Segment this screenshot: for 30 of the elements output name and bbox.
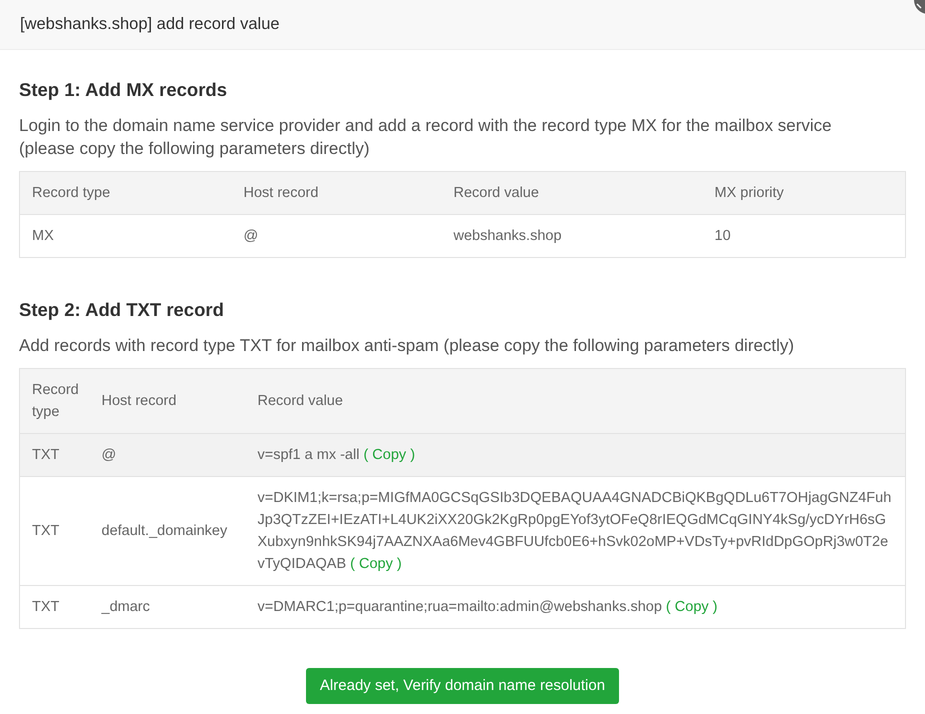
- close-button[interactable]: [912, 0, 925, 14]
- step-description: Login to the domain name service provider and add a record with the record type MX for the mailbox service (please copy the following parameters directly): [19, 115, 833, 160]
- table-cell: webshanks.shop: [442, 214, 702, 258]
- table-cell: 10: [702, 214, 906, 258]
- copy-link[interactable]: ( Copy ): [363, 447, 416, 463]
- column-header: Host record: [90, 368, 246, 434]
- record-value: v=DKIM1;k=rsa;p=MIGfMA0GCSqGSIb3DQEBAQUAA4GNADCBiQKBgQDLu6T7OHjagGNZ4FuhJp3QTzZEI+IEzATI+L4UK2iXX20Gk2KgRp0pgEYof3ytOFeQ8rIEQGdMCqGINY4kSg/ycDYrH6sGXubxyn9nhkSK94j7AAZNXAa6Mev4GBFUUfcb0E6+hSvk02oMP+VDsTy+pvRIdDpGOpRj3w0T2evTyQIDAQAB ( Copy ): [246, 476, 906, 586]
- column-header: Record type: [20, 172, 232, 214]
- column-header: Host record: [232, 172, 442, 214]
- column-header: MX priority: [702, 172, 906, 214]
- copy-link[interactable]: ( Copy ): [350, 556, 402, 572]
- column-header: Record type: [20, 368, 90, 434]
- table-cell: @: [90, 434, 246, 476]
- copy-link[interactable]: ( Copy ): [666, 599, 718, 615]
- verify-button[interactable]: Already set, Verify domain name resolution: [306, 668, 620, 704]
- table-cell: _dmarc: [90, 586, 246, 628]
- table-cell: @: [232, 214, 442, 258]
- column-header: Record value: [442, 172, 702, 214]
- table-cell: default._domainkey: [90, 476, 246, 586]
- step-heading: Step 1: Add MX records: [19, 78, 228, 102]
- record-value: v=spf1 a mx -all ( Copy ): [246, 434, 906, 476]
- table-cell: TXT: [20, 476, 90, 586]
- step-heading: Step 2: Add TXT record: [19, 298, 225, 322]
- record-value: v=DMARC1;p=quarantine;rua=mailto:admin@webshanks.shop ( Copy ): [246, 586, 906, 628]
- table-cell: TXT: [20, 586, 90, 628]
- step-description: Add records with record type TXT for mailbox anti-spam (please copy the following parameters directly): [19, 335, 796, 357]
- dialog-title: [webshanks.shop] add record value: [20, 14, 280, 36]
- column-header: Record value: [246, 368, 906, 434]
- table-cell: MX: [20, 214, 232, 258]
- table-cell: TXT: [20, 434, 90, 476]
